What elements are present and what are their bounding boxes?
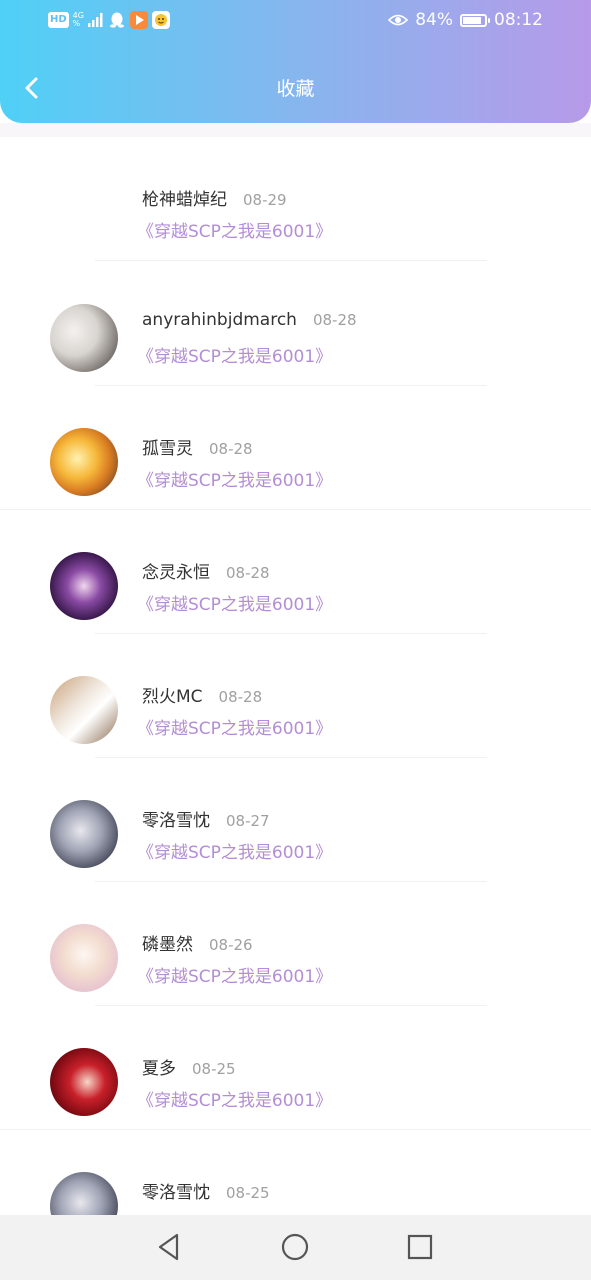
eye-icon — [388, 14, 409, 26]
battery-percent: 84% — [415, 10, 453, 30]
favorites-list: 枪神蜡焯纪 08-29 《穿越SCP之我是6001》 anyrahinbjdmarch… — [0, 137, 591, 1215]
network-type: 4G % — [73, 12, 84, 28]
user-name[interactable]: 夏多 — [142, 1054, 176, 1079]
user-name[interactable]: 磷墨然 — [142, 930, 193, 955]
home-circle-icon — [281, 1233, 309, 1261]
header-shadow-band — [0, 123, 591, 137]
favorite-date: 08-28 — [218, 688, 263, 706]
user-line: 烈火MC 08-28 — [142, 682, 262, 707]
avatar[interactable] — [50, 676, 118, 744]
list-item[interactable]: 零洛雪忱 08-25 — [0, 1130, 591, 1215]
user-name[interactable]: 孤雪灵 — [142, 434, 193, 459]
favorite-date: 08-28 — [226, 564, 270, 582]
user-name[interactable]: 念灵永恒 — [142, 558, 210, 583]
battery-fill — [463, 16, 481, 24]
avatar[interactable] — [50, 428, 118, 496]
book-title-link[interactable]: 《穿越SCP之我是6001》 — [137, 1086, 332, 1111]
user-name[interactable]: anyrahinbjdmarch — [142, 310, 297, 330]
favorite-date: 08-28 — [209, 440, 253, 458]
book-title-link[interactable]: 《穿越SCP之我是6001》 — [137, 342, 332, 367]
list-item[interactable]: 夏多 08-25 《穿越SCP之我是6001》 — [0, 1006, 591, 1130]
favorite-date: 08-29 — [243, 191, 287, 209]
book-title-link[interactable]: 《穿越SCP之我是6001》 — [137, 466, 332, 491]
video-app-icon — [129, 11, 148, 29]
nav-recents-button[interactable] — [404, 1231, 436, 1263]
book-title-link[interactable]: 《穿越SCP之我是6001》 — [137, 962, 332, 987]
status-left: HD 4G % — [48, 11, 170, 29]
user-name[interactable]: 枪神蜡焯纪 — [142, 185, 227, 210]
battery-icon — [460, 13, 490, 27]
avatar[interactable] — [50, 1048, 118, 1116]
network-sub-label: % — [72, 19, 81, 28]
book-title-link[interactable]: 《穿越SCP之我是6001》 — [137, 714, 332, 739]
user-line: anyrahinbjdmarch 08-28 — [142, 310, 357, 330]
nav-home-button[interactable] — [279, 1231, 311, 1263]
list-item[interactable]: 磷墨然 08-26 《穿越SCP之我是6001》 — [0, 882, 591, 1006]
book-title-link[interactable]: 《穿越SCP之我是6001》 — [137, 838, 332, 863]
favorite-date: 08-27 — [226, 812, 270, 830]
avatar[interactable] — [50, 1172, 118, 1215]
user-name[interactable]: 零洛雪忱 — [142, 1178, 210, 1203]
favorite-date: 08-25 — [192, 1060, 236, 1078]
list-item[interactable]: 念灵永恒 08-28 《穿越SCP之我是6001》 — [0, 510, 591, 634]
page-title: 收藏 — [276, 78, 315, 100]
list-item[interactable]: 零洛雪忱 08-27 《穿越SCP之我是6001》 — [0, 758, 591, 882]
favorite-date: 08-28 — [312, 311, 357, 329]
user-line: 零洛雪忱 08-25 — [142, 1178, 270, 1203]
recents-square-icon — [407, 1234, 433, 1260]
list-item[interactable]: 孤雪灵 08-28 《穿越SCP之我是6001》 — [0, 386, 591, 510]
status-right: 84% 08:12 — [388, 10, 543, 30]
user-line: 枪神蜡焯纪 08-29 — [142, 185, 287, 210]
nav-back-button[interactable] — [153, 1231, 185, 1263]
favorite-date: 08-25 — [226, 1184, 270, 1202]
avatar[interactable] — [50, 800, 118, 868]
back-triangle-icon — [158, 1233, 179, 1261]
favorite-date: 08-26 — [209, 936, 253, 954]
list-item[interactable]: 枪神蜡焯纪 08-29 《穿越SCP之我是6001》 — [0, 137, 591, 262]
emoji-app-icon — [151, 11, 170, 29]
user-name[interactable]: 零洛雪忱 — [142, 806, 210, 831]
user-line: 零洛雪忱 08-27 — [142, 806, 270, 831]
avatar[interactable] — [50, 552, 118, 620]
list-item[interactable]: anyrahinbjdmarch 08-28 《穿越SCP之我是6001》 — [0, 262, 591, 386]
avatar[interactable] — [50, 924, 118, 992]
user-line: 磷墨然 08-26 — [142, 930, 253, 955]
hd-badge: HD — [48, 12, 69, 28]
book-title-link[interactable]: 《穿越SCP之我是6001》 — [137, 217, 332, 242]
system-nav-bar — [0, 1215, 591, 1280]
row-divider — [95, 260, 487, 261]
book-title-link[interactable]: 《穿越SCP之我是6001》 — [137, 590, 332, 615]
user-line: 孤雪灵 08-28 — [142, 434, 253, 459]
list-item[interactable]: 烈火MC 08-28 《穿越SCP之我是6001》 — [0, 634, 591, 758]
app-header: HD 4G % 84% 08:12 收藏 — [0, 0, 591, 123]
user-name[interactable]: 烈火MC — [142, 682, 203, 707]
user-line: 念灵永恒 08-28 — [142, 558, 270, 583]
qq-icon — [109, 12, 124, 28]
clock: 08:12 — [494, 10, 543, 30]
user-line: 夏多 08-25 — [142, 1054, 236, 1079]
signal-icon — [87, 13, 103, 27]
status-bar: HD 4G % 84% 08:12 — [0, 0, 591, 44]
avatar[interactable] — [50, 304, 118, 372]
